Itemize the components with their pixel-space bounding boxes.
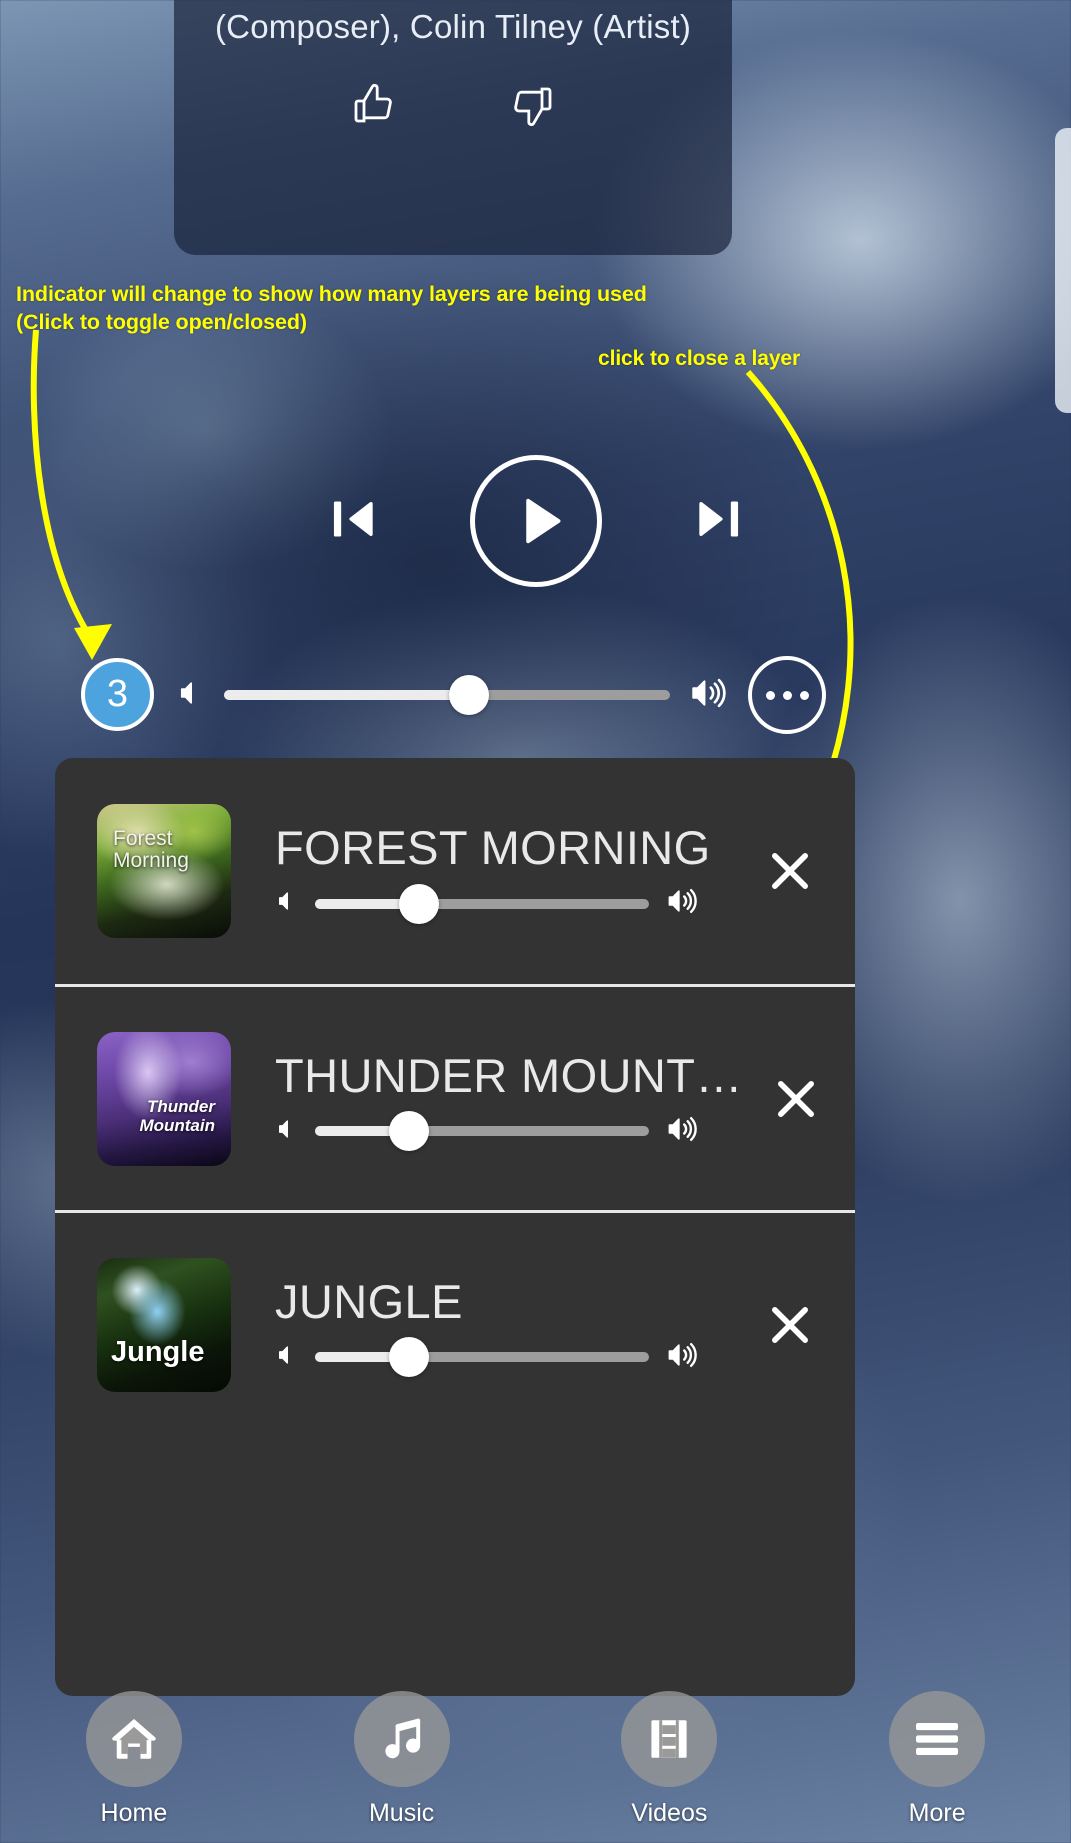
tab-label: More [908,1799,966,1827]
bottom-tab-bar: Home Music Videos More [0,1683,1071,1843]
volume-low-icon [275,1115,301,1148]
more-dot [799,690,809,700]
layer-title: FOREST MORNING [275,821,711,874]
layer-thumbnail-label: Jungle [111,1336,205,1369]
tab-music[interactable]: Music [268,1683,536,1843]
home-icon[interactable] [85,1691,182,1787]
play-button[interactable] [469,455,602,587]
master-volume-control[interactable] [176,672,728,718]
more-dot [765,690,775,700]
layer-row[interactable]: Thunder Mountain THUNDER MOUNT… [55,984,855,1210]
annotation-close-layer: click to close a layer [598,347,801,370]
master-volume-fill [224,690,470,700]
tab-label: Videos [631,1799,708,1827]
layer-thumbnail[interactable]: Forest Morning [97,804,231,938]
layer-volume-knob[interactable] [388,1111,429,1151]
layer-volume-slider[interactable] [315,1337,649,1377]
layers-panel: Forest Morning FOREST MORNING Thunder Mo… [55,758,855,1696]
close-layer-button[interactable] [755,1290,825,1360]
layer-volume-slider[interactable] [315,883,649,924]
annotation-indicator-line1: Indicator will change to show how many l… [16,282,647,306]
master-volume-slider[interactable] [224,675,670,715]
layer-volume-control[interactable] [275,1337,699,1377]
close-layer-button[interactable] [755,836,825,906]
layer-row[interactable]: Forest Morning FOREST MORNING [55,758,855,984]
more-dot [782,690,792,700]
previous-track-icon[interactable] [326,490,382,553]
tab-more[interactable]: More [803,1683,1071,1843]
more-options-button[interactable] [748,656,826,734]
next-track-icon[interactable] [690,490,746,553]
transport-controls [0,455,1071,587]
tab-home[interactable]: Home [0,1683,268,1843]
annotation-indicator: Indicator will change to show how many l… [16,280,647,337]
film-strip-icon[interactable] [621,1691,718,1787]
annotation-indicator-line2: (Click to toggle open/closed) [16,310,307,335]
close-layer-button[interactable] [761,1064,831,1134]
music-note-icon[interactable] [353,1691,450,1787]
layer-row[interactable]: Jungle JUNGLE [55,1210,855,1436]
layer-thumbnail-label: Forest Morning [113,827,189,873]
volume-low-icon [275,887,301,920]
volume-low-icon [275,1341,301,1374]
volume-high-icon [663,885,699,922]
edge-panel-sliver [1055,128,1071,413]
app-root: (Composer), Colin Tilney (Artist) Indica… [0,0,1071,1843]
volume-low-icon [176,676,208,715]
now-playing-card: (Composer), Colin Tilney (Artist) [174,0,732,255]
layer-volume-knob[interactable] [388,1337,429,1377]
layer-volume-knob[interactable] [398,883,439,924]
master-volume-knob[interactable] [449,675,490,715]
tab-label: Music [368,1799,435,1827]
thumbs-up-icon[interactable] [350,80,398,130]
layer-count-badge[interactable]: 3 [81,658,154,731]
volume-high-icon [686,674,728,717]
track-credits: (Composer), Colin Tilney (Artist) [214,8,692,45]
layer-thumbnail[interactable]: Thunder Mountain [97,1031,231,1166]
tab-videos[interactable]: Videos [536,1683,804,1843]
volume-high-icon [663,1339,699,1376]
layer-volume-control[interactable] [275,1111,699,1151]
tab-label: Home [100,1799,168,1827]
layer-thumbnail[interactable]: Jungle [97,1257,231,1392]
volume-high-icon [663,1113,699,1150]
rating-row [350,80,556,130]
layer-volume-slider[interactable] [315,1111,649,1151]
layer-content: THUNDER MOUNT… [275,1048,743,1151]
layer-title: JUNGLE [275,1274,463,1328]
thumbs-down-icon[interactable] [508,80,556,130]
hamburger-menu-icon[interactable] [889,1691,986,1787]
layer-title: THUNDER MOUNT… [275,1048,743,1102]
layer-thumbnail-label: Thunder Mountain [139,1097,215,1135]
layer-volume-control[interactable] [275,883,699,924]
layer-content: FOREST MORNING [275,820,737,924]
layer-content: JUNGLE [275,1274,737,1377]
